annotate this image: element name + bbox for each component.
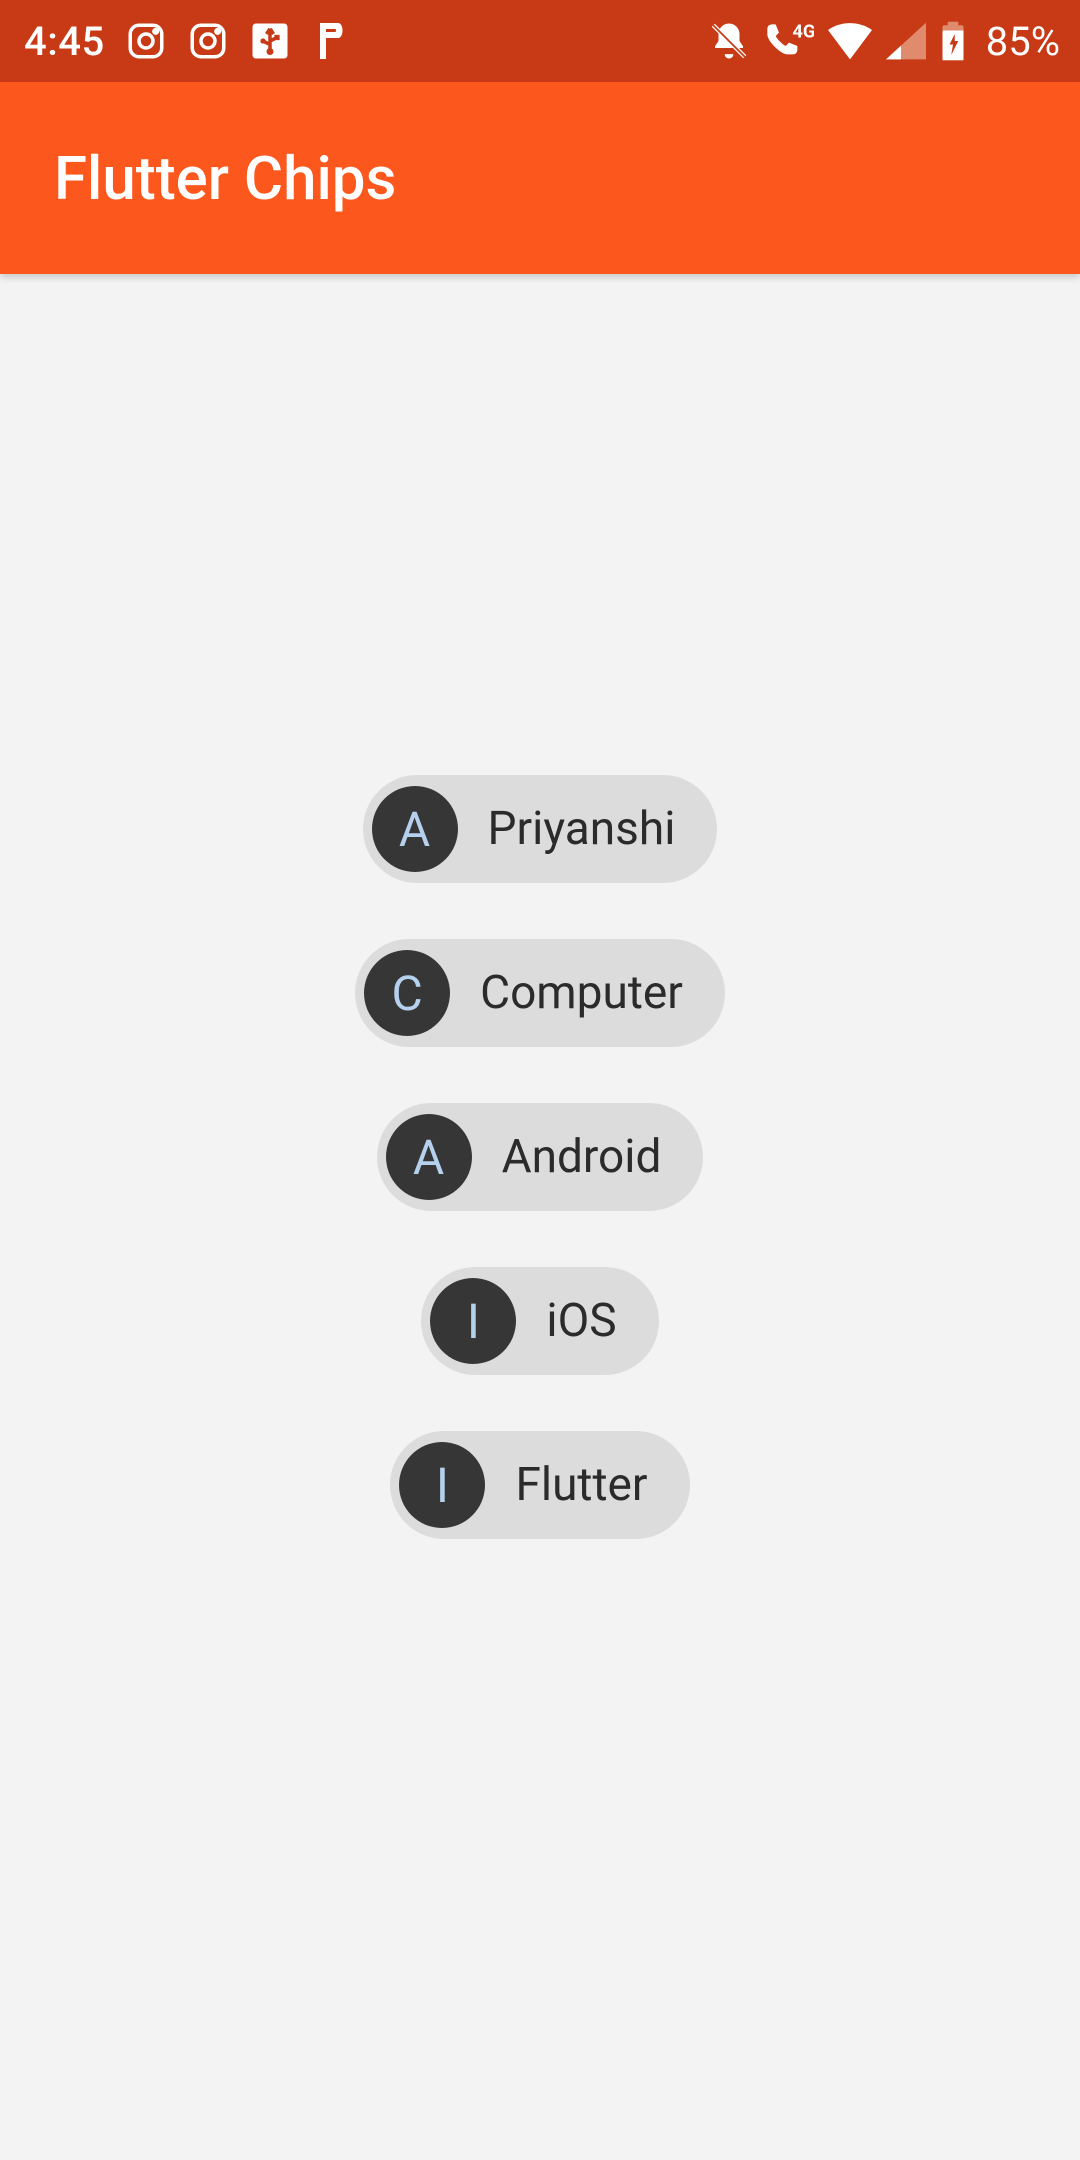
app-bar: Flutter Chips bbox=[0, 82, 1080, 274]
notifications-off-icon bbox=[708, 20, 750, 62]
chip-avatar: I bbox=[430, 1278, 516, 1364]
status-right: 4G 85% bbox=[708, 18, 1060, 65]
chip-label: iOS bbox=[546, 1294, 616, 1348]
chip-label: Priyanshi bbox=[488, 802, 676, 856]
status-bar: 4:45 bbox=[0, 0, 1080, 82]
p-app-icon bbox=[311, 20, 347, 62]
instagram-icon bbox=[187, 20, 229, 62]
content-area: A Priyanshi C Computer A Android I iOS I… bbox=[0, 274, 1080, 2160]
usb-icon bbox=[249, 20, 291, 62]
battery-percentage: 85% bbox=[986, 18, 1060, 65]
wifi-icon bbox=[828, 22, 872, 60]
instagram-icon bbox=[125, 20, 167, 62]
chip-label: Android bbox=[502, 1130, 662, 1184]
status-time: 4:45 bbox=[24, 18, 105, 65]
cellular-signal-icon bbox=[886, 22, 926, 60]
battery-charging-icon bbox=[940, 20, 966, 62]
svg-text:4G: 4G bbox=[792, 22, 814, 43]
chip-computer[interactable]: C Computer bbox=[355, 939, 725, 1047]
chip-priyanshi[interactable]: A Priyanshi bbox=[363, 775, 718, 883]
chip-avatar: A bbox=[386, 1114, 472, 1200]
chip-avatar: A bbox=[372, 786, 458, 872]
chip-avatar: I bbox=[399, 1442, 485, 1528]
chip-label: Computer bbox=[480, 966, 683, 1020]
phone-4g-icon: 4G bbox=[764, 20, 814, 62]
chip-flutter[interactable]: I Flutter bbox=[390, 1431, 689, 1539]
chip-ios[interactable]: I iOS bbox=[421, 1267, 658, 1375]
status-left: 4:45 bbox=[24, 18, 347, 65]
app-title: Flutter Chips bbox=[54, 143, 396, 214]
chip-label: Flutter bbox=[515, 1458, 647, 1512]
chip-list: A Priyanshi C Computer A Android I iOS I… bbox=[355, 775, 725, 1539]
chip-android[interactable]: A Android bbox=[377, 1103, 704, 1211]
chip-avatar: C bbox=[364, 950, 450, 1036]
